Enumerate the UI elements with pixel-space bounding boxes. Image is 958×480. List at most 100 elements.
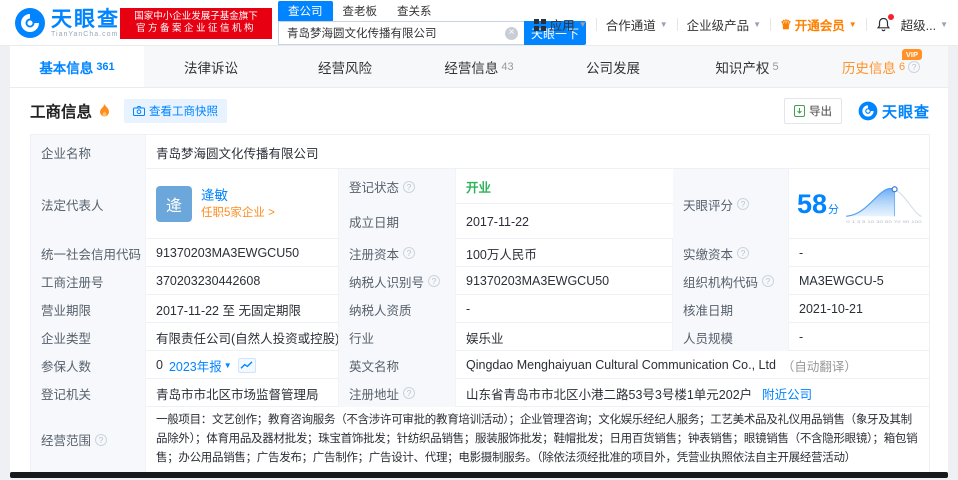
- field-value: -: [799, 246, 804, 260]
- chevron-down-icon: ▼: [659, 20, 668, 29]
- insured-trend-chart-icon[interactable]: [237, 357, 256, 373]
- menu-enterprise-products[interactable]: 企业级产品 ▼: [687, 15, 761, 34]
- tianyan-score-cell[interactable]: 58 分 0 1 3 5 10 30 50 70 90 100: [789, 169, 929, 239]
- help-icon[interactable]: ?: [737, 198, 750, 210]
- tab-legal-proceedings[interactable]: 法律诉讼: [144, 46, 278, 87]
- field-label: 纳税人识别号?: [339, 267, 456, 295]
- tianyancha-eye-icon: [15, 8, 45, 38]
- menu-open-vip[interactable]: ♛ 开通会员 ▼: [780, 15, 857, 34]
- field-label: 纳税人资质: [339, 295, 456, 323]
- nearby-companies-link[interactable]: 附近公司: [762, 384, 812, 403]
- field-value: MA3EWGCU-5: [799, 274, 884, 288]
- certification-badge: 国家中小企业发展子基金旗下 官方备案企业征信机构: [120, 8, 272, 39]
- crown-icon: ♛: [780, 16, 792, 32]
- field-label: 登记状态?: [339, 169, 456, 204]
- chevron-down-icon: ▼: [578, 20, 587, 29]
- help-icon[interactable]: ?: [737, 247, 750, 259]
- clear-search-icon[interactable]: ×: [505, 27, 518, 40]
- field-value: 娱乐业: [456, 323, 673, 351]
- field-value: 370203230442608: [146, 267, 339, 295]
- field-label: 法定代表人: [31, 169, 146, 239]
- search-tab-company[interactable]: 查公司: [278, 1, 333, 21]
- tab-business-risk[interactable]: 经营风险: [278, 46, 412, 87]
- field-label: 成立日期: [339, 204, 456, 239]
- field-label: 行业: [339, 323, 456, 351]
- notification-dot: [887, 14, 894, 20]
- table-row: 企业类型 有限责任公司(自然人投资或控股) 行业 娱乐业 人员规模 -: [31, 323, 929, 351]
- establish-date-value: 2017-11-22: [466, 214, 530, 229]
- field-label: 注册地址?: [339, 379, 456, 407]
- field-label: 实缴资本?: [673, 239, 789, 267]
- help-icon[interactable]: ?: [403, 180, 416, 193]
- top-menu: 应用 ▼ 合作通道 ▼ 企业级产品 ▼ ♛ 开通会员 ▼ 超级... ▼: [533, 14, 948, 34]
- tab-company-development[interactable]: 公司发展: [546, 46, 680, 87]
- badge-line1: 国家中小企业发展子基金旗下: [134, 11, 258, 22]
- section-brand-logo: 天眼查: [858, 101, 930, 122]
- field-label: 企业类型: [31, 323, 146, 351]
- field-label: 企业名称: [31, 135, 146, 169]
- tab-basic-info[interactable]: 基本信息 361: [10, 46, 144, 87]
- table-row-insured: 参保人数 0 2023年报 ▼ 英文名称 Qingdao Menghaiyuan…: [31, 351, 929, 379]
- help-icon[interactable]: ?: [95, 433, 108, 446]
- vip-badge: VIP: [901, 49, 922, 60]
- score-value: 58: [797, 188, 828, 219]
- help-icon[interactable]: ?: [403, 247, 416, 259]
- field-label: 登记机关: [31, 379, 146, 407]
- chevron-down-icon: ▼: [223, 360, 232, 370]
- annual-report-link[interactable]: 2023年报: [169, 356, 222, 375]
- legal-rep-positions-link[interactable]: 任职5家企业 >: [201, 207, 275, 220]
- legal-rep-avatar[interactable]: 逄: [156, 186, 192, 222]
- business-snapshot-button[interactable]: 查看工商快照: [124, 99, 228, 123]
- address-cell: 山东省青岛市市北区小港二路53号3号楼1单元202户 附近公司: [456, 379, 929, 407]
- section-title: 工商信息: [30, 104, 93, 121]
- chevron-down-icon: ▼: [940, 20, 948, 29]
- field-label: 经营范围?: [31, 407, 146, 472]
- menu-divider: [595, 18, 597, 31]
- field-value: -: [456, 295, 673, 323]
- search-tab-relation[interactable]: 查关系: [387, 1, 442, 21]
- tab-history-info[interactable]: VIP 历史信息 6 ?: [814, 46, 948, 87]
- insured-value-cell: 0 2023年报 ▼: [146, 351, 339, 379]
- score-axis-ticks: 0 1 3 5 10 30 50 70 90 100: [846, 220, 922, 224]
- notifications-bell-icon[interactable]: [876, 14, 894, 32]
- status-date-column: 登记状态? 开业 成立日期 2017-11-22: [339, 169, 673, 239]
- menu-super-vip[interactable]: 超级... ▼: [901, 15, 948, 34]
- field-label: 英文名称: [339, 351, 456, 379]
- company-tabbar: 基本信息 361 法律诉讼 经营风险 经营信息 43 公司发展 知识产权 5 VIP …: [10, 46, 948, 88]
- table-row-registry: 登记机关 青岛市市北区市场监督管理局 注册地址? 山东省青岛市市北区小港二路53…: [31, 379, 929, 407]
- tianyancha-eye-icon: [858, 101, 878, 121]
- english-name-cell: Qingdao Menghaiyuan Cultural Communicati…: [456, 351, 929, 379]
- field-value: 91370203MA3EWGCU50: [456, 267, 673, 295]
- help-icon[interactable]: ?: [428, 275, 441, 287]
- apps-grid-icon: [533, 18, 546, 31]
- legal-rep-name-link[interactable]: 逄敏: [201, 189, 275, 203]
- help-icon[interactable]: ?: [403, 387, 416, 399]
- tab-intellectual-property[interactable]: 知识产权 5: [680, 46, 814, 87]
- field-value: 91370203MA3EWGCU50: [146, 239, 339, 267]
- table-row-legal-rep: 法定代表人 逄 逄敏 任职5家企业 > 登记状态? 开业 成立日期 2017-1…: [31, 169, 929, 239]
- help-icon[interactable]: ?: [762, 275, 775, 287]
- table-row-company-name: 企业名称 青岛梦海圆文化传播有限公司: [31, 135, 929, 169]
- menu-partner-channel[interactable]: 合作通道 ▼: [606, 15, 668, 34]
- tianyancha-logo[interactable]: 天眼查 TianYanCha.com: [14, 7, 120, 39]
- company-name-value: 青岛梦海圆文化传播有限公司: [156, 146, 319, 161]
- field-label: 参保人数: [31, 351, 146, 379]
- main-card: 基本信息 361 法律诉讼 经营风险 经营信息 43 公司发展 知识产权 5 VIP …: [10, 46, 948, 473]
- top-header: 天眼查 TianYanCha.com 国家中小企业发展子基金旗下 官方备案企业征…: [0, 0, 958, 46]
- camera-icon: [133, 106, 146, 116]
- help-icon[interactable]: ?: [908, 60, 921, 73]
- score-unit: 分: [828, 204, 840, 216]
- menu-apps[interactable]: 应用 ▼: [533, 15, 587, 34]
- tab-business-info[interactable]: 经营信息 43: [412, 46, 546, 87]
- table-row: 工商注册号 370203230442608 纳税人识别号? 91370203MA…: [31, 267, 929, 295]
- field-label: 注册资本?: [339, 239, 456, 267]
- chevron-down-icon: ▼: [753, 20, 762, 29]
- badge-line2: 官方备案企业征信机构: [135, 23, 256, 34]
- business-info-table: 企业名称 青岛梦海圆文化传播有限公司 法定代表人 逄 逄敏 任职5家企业 > 登…: [30, 134, 930, 473]
- search-tab-boss[interactable]: 查老板: [333, 1, 388, 21]
- field-label: 天眼评分?: [673, 169, 789, 239]
- field-label: 工商注册号: [31, 267, 146, 295]
- export-button[interactable]: 导出: [783, 98, 842, 124]
- search-input[interactable]: [278, 21, 524, 45]
- logo-text: 天眼查: [51, 7, 120, 31]
